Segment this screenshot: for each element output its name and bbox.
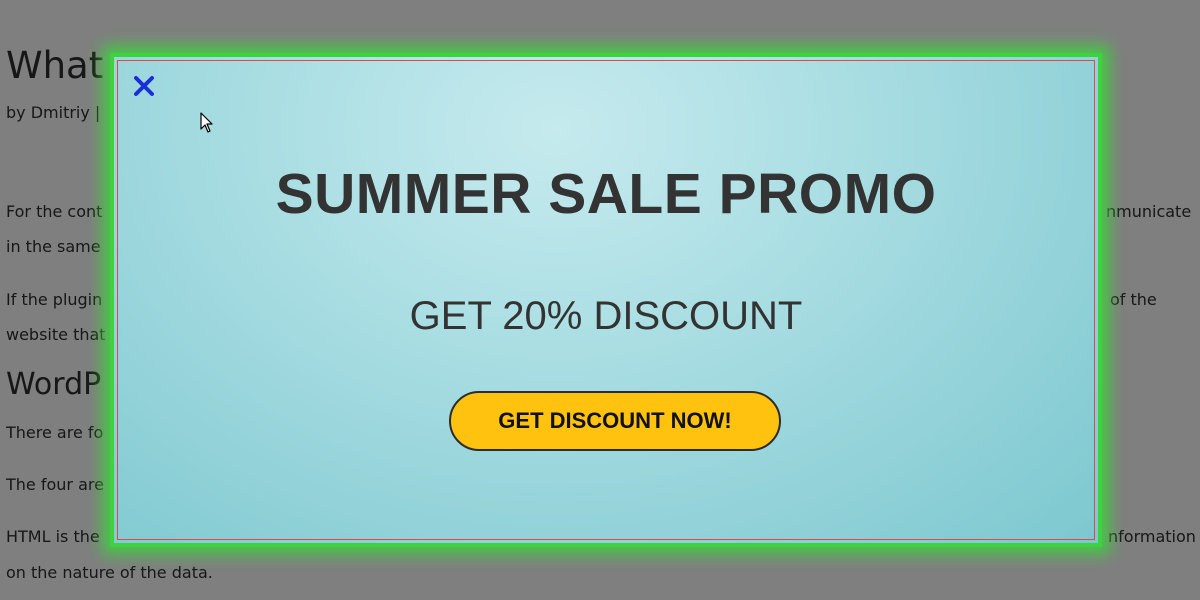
close-x-icon: [131, 73, 157, 99]
popup-inner-frame: SUMMER SALE PROMO GET 20% DISCOUNT GET D…: [117, 60, 1095, 540]
close-button[interactable]: [131, 73, 157, 99]
promo-popup: SUMMER SALE PROMO GET 20% DISCOUNT GET D…: [110, 53, 1102, 547]
promo-title: SUMMER SALE PROMO: [275, 162, 937, 226]
mouse-cursor-icon: [200, 112, 214, 134]
promo-subtitle: GET 20% DISCOUNT: [409, 294, 803, 338]
get-discount-button[interactable]: GET DISCOUNT NOW!: [449, 391, 781, 451]
